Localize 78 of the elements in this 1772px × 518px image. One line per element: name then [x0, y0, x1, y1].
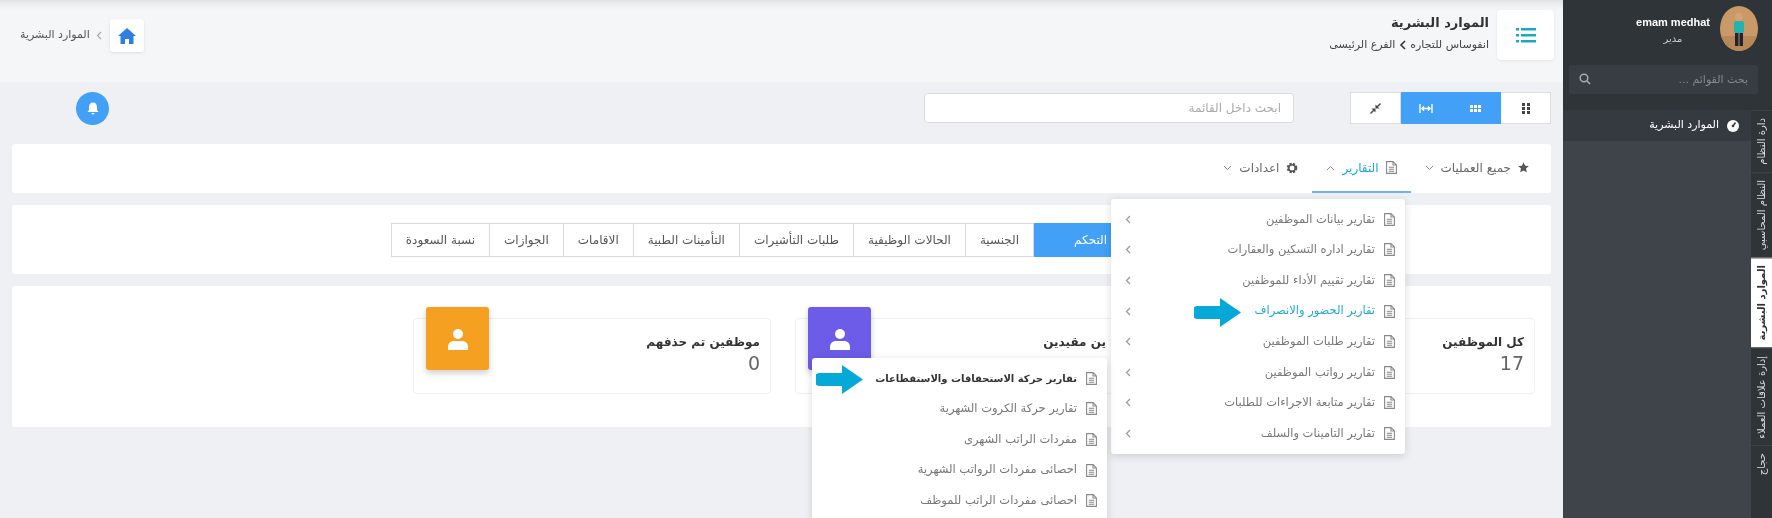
- gauge-icon: [1727, 119, 1739, 132]
- sidebar-tab[interactable]: الموارد البشرية: [1751, 257, 1772, 348]
- dropdown-item[interactable]: تقارير متابعة الاجراءات للطلبات: [1111, 387, 1405, 419]
- tab[interactable]: نسبة السعودة: [390, 222, 491, 257]
- bell-icon: [86, 101, 99, 115]
- breadcrumb-item[interactable]: انفوساس للتجاره: [1410, 36, 1489, 53]
- menu-button[interactable]: [1497, 10, 1554, 60]
- document-icon: [1384, 396, 1395, 410]
- document-icon: [1384, 243, 1395, 257]
- breadcrumb-link[interactable]: الموارد البشرية: [20, 27, 90, 44]
- tab[interactable]: طلبات التأشيرات: [738, 222, 855, 257]
- chevron-icon: [1399, 39, 1407, 50]
- expand-icon: [1418, 103, 1433, 113]
- home-button[interactable]: [109, 19, 144, 52]
- compress-icon: [1370, 102, 1381, 114]
- dropdown-item[interactable]: تقارير حركة الكروت الشهرية: [812, 393, 1107, 425]
- user-avatar: [1720, 6, 1758, 51]
- user-name: emam medhat: [1636, 15, 1710, 30]
- chevron-icon: [95, 31, 102, 40]
- tab[interactable]: الجوازات: [489, 222, 564, 257]
- chevron-icon: [1125, 245, 1131, 255]
- chevron-icon: [1424, 164, 1434, 171]
- chevron-icon: [1125, 306, 1131, 316]
- stat-value: 17: [1499, 351, 1524, 376]
- page-title: الموارد البشرية: [1389, 14, 1489, 32]
- grid-icon: [1521, 102, 1530, 114]
- star-icon: [1518, 162, 1529, 173]
- gear-icon: [1286, 161, 1299, 174]
- dropdown-item[interactable]: تقارير طلبات الموظفين: [1111, 326, 1405, 357]
- person-icon: [446, 327, 469, 350]
- document-icon: [1086, 371, 1097, 385]
- document-icon: [1086, 494, 1097, 508]
- document-icon: [1384, 426, 1395, 440]
- document-icon: [1384, 365, 1395, 379]
- breadcrumb-item[interactable]: الفرع الرئيسى: [1329, 36, 1396, 53]
- search-icon: [1579, 73, 1591, 85]
- dropdown-item[interactable]: تقارير تقييم الأداء للموظفين: [1111, 265, 1405, 296]
- tab[interactable]: التأمينات الطبية: [632, 222, 740, 257]
- tab[interactable]: الاقامات: [562, 222, 634, 257]
- document-icon: [1086, 433, 1097, 446]
- tab[interactable]: الجنسية: [964, 222, 1034, 257]
- dropdown-item[interactable]: تقارير حركة الاستحقاقات والاستقطاعات: [812, 363, 1107, 394]
- stat-label: موظفين تم حذفهم: [646, 334, 760, 351]
- nav-tab[interactable]: اعدادات: [1209, 144, 1313, 193]
- chevron-icon: [1223, 164, 1233, 171]
- document-icon: [1384, 304, 1395, 318]
- grid-icon: [1470, 104, 1481, 112]
- user-role: مدير: [1662, 32, 1684, 46]
- chevron-icon: [1125, 367, 1131, 377]
- dropdown-item[interactable]: احصائى مفردات الراتب للموظف: [812, 485, 1107, 516]
- chevron-icon: [1125, 214, 1131, 224]
- chevron-icon: [1125, 398, 1131, 408]
- list-search-field[interactable]: ابحث داخل القائمة: [924, 93, 1294, 123]
- chevron-icon: [1125, 337, 1131, 347]
- chevron-icon: [1125, 276, 1131, 285]
- menu-icon: [1515, 27, 1536, 43]
- stat-value: 0: [747, 351, 760, 376]
- document-icon: [1384, 274, 1395, 287]
- dropdown-item[interactable]: تقارير رواتب الموظفين: [1111, 356, 1405, 388]
- menu-search-field[interactable]: بحث القوائم ...: [1569, 65, 1758, 94]
- notifications-button[interactable]: [76, 91, 109, 125]
- dropdown-item[interactable]: تقارير التامينات والسلف: [1111, 418, 1405, 449]
- document-icon: [1384, 212, 1395, 226]
- sidebar-menu-item[interactable]: الموارد البشرية: [1563, 110, 1751, 141]
- chevron-icon: [1125, 428, 1131, 438]
- person-icon: [828, 327, 851, 350]
- dropdown-item[interactable]: مفردات الراتب الشهرى: [812, 424, 1107, 455]
- chevron-icon: [1326, 164, 1336, 171]
- document-icon: [1384, 335, 1395, 349]
- document-icon: [1086, 463, 1097, 477]
- stat-label: كل الموظفين: [1442, 334, 1524, 351]
- home-icon: [117, 27, 136, 44]
- document-icon: [1086, 402, 1097, 416]
- dropdown-item[interactable]: احصائى مفردات الرواتب الشهرية: [812, 454, 1107, 486]
- nav-tab[interactable]: جميع العمليات: [1410, 144, 1543, 193]
- stat-label: ين مقيدين: [1043, 334, 1106, 351]
- document-icon: [1385, 161, 1397, 174]
- tab[interactable]: الحالات الوظيفية: [853, 222, 966, 257]
